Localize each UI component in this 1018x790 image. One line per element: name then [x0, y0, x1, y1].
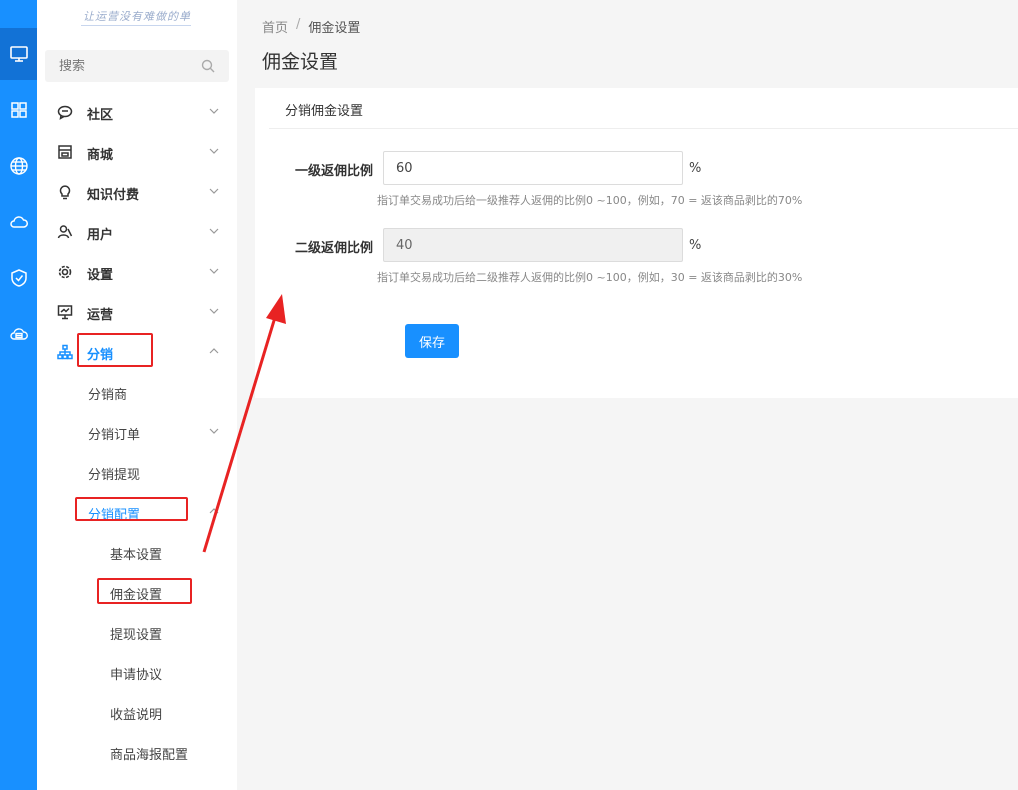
menu-item-settings[interactable]: 设置 — [37, 252, 237, 292]
app-root: 让运营没有难做的单 社区 商城 知识付费 用户 设置 — [0, 0, 1018, 790]
presentation-icon — [57, 305, 73, 320]
menu-item-knowledge[interactable]: 知识付费 — [37, 172, 237, 212]
submenu-label: 分销提现 — [88, 468, 141, 483]
rail-globe[interactable] — [0, 140, 37, 192]
level2-hint: 指订单交易成功后给二级推荐人返佣的比例0 ~100，例如，30 = 返该商品剥比… — [377, 271, 803, 284]
rail-cloud-server[interactable] — [0, 308, 37, 360]
chevron-up-icon — [209, 508, 219, 514]
chevron-down-icon — [209, 228, 219, 234]
monitor-icon — [9, 46, 28, 62]
submenu-item-distributor[interactable]: 分销商 — [37, 372, 237, 412]
user-icon — [57, 225, 73, 239]
menu-item-community[interactable]: 社区 — [37, 92, 237, 132]
config-item-earnings[interactable]: 收益说明 — [37, 692, 237, 732]
breadcrumb-separator: / — [296, 17, 301, 32]
submenu-item-config[interactable]: 分销配置 — [37, 492, 237, 532]
breadcrumb-current: 佣金设置 — [308, 21, 361, 36]
menu-label: 知识付费 — [87, 188, 140, 203]
level1-input[interactable] — [383, 151, 683, 185]
sidebar: 让运营没有难做的单 社区 商城 知识付费 用户 设置 — [37, 0, 237, 790]
search-input[interactable] — [59, 58, 199, 74]
config-label: 佣金设置 — [110, 588, 163, 603]
menu-label: 用户 — [87, 228, 114, 243]
icon-rail — [0, 0, 37, 790]
menu-item-user[interactable]: 用户 — [37, 212, 237, 252]
rail-apps[interactable] — [0, 84, 37, 136]
config-label: 基本设置 — [110, 548, 163, 563]
menu-label: 社区 — [87, 108, 114, 123]
config-label: 申请协议 — [110, 668, 163, 683]
save-button[interactable]: 保存 — [405, 324, 459, 358]
config-item-withdraw[interactable]: 提现设置 — [37, 612, 237, 652]
menu-item-operation[interactable]: 运营 — [37, 292, 237, 332]
grid-icon — [10, 102, 27, 118]
panel-title: 分销佣金设置 — [285, 104, 364, 119]
config-item-poster[interactable]: 商品海报配置 — [37, 732, 237, 772]
chevron-down-icon — [209, 428, 219, 434]
rail-cloud[interactable] — [0, 196, 37, 248]
config-label: 提现设置 — [110, 628, 163, 643]
chevron-down-icon — [209, 308, 219, 314]
lightbulb-icon — [59, 185, 71, 200]
submenu-item-orders[interactable]: 分销订单 — [37, 412, 237, 452]
gear-icon — [58, 265, 72, 279]
level1-label: 一级返佣比例 — [294, 164, 373, 179]
chevron-down-icon — [209, 148, 219, 154]
menu-label: 商城 — [87, 148, 114, 163]
sidebar-search — [45, 50, 229, 82]
search-icon[interactable] — [201, 59, 215, 73]
rail-monitor[interactable] — [0, 28, 37, 80]
level2-label: 二级返佣比例 — [294, 241, 373, 256]
level1-hint: 指订单交易成功后给一级推荐人返佣的比例0 ~100，例如，70 = 返该商品剥比… — [377, 194, 803, 207]
menu-label: 运营 — [87, 308, 114, 323]
chevron-down-icon — [209, 108, 219, 114]
brand-underline — [81, 25, 191, 26]
chevron-up-icon — [209, 348, 219, 354]
level2-unit: % — [689, 238, 702, 253]
submenu-label: 分销商 — [88, 388, 128, 403]
chevron-down-icon — [209, 268, 219, 274]
cloud-icon — [9, 216, 28, 228]
globe-icon — [9, 157, 28, 175]
menu-item-distribution[interactable]: 分销 — [37, 332, 237, 372]
chevron-down-icon — [209, 188, 219, 194]
panel-divider — [269, 128, 1018, 129]
level1-unit: % — [689, 161, 702, 176]
breadcrumb: 首页 / 佣金设置 — [262, 17, 360, 36]
level2-input[interactable] — [383, 228, 683, 262]
breadcrumb-home[interactable]: 首页 — [262, 17, 288, 36]
shield-check-icon — [10, 269, 27, 287]
config-label: 商品海报配置 — [110, 748, 189, 763]
menu-label: 设置 — [87, 268, 114, 283]
submenu-label: 分销订单 — [88, 428, 141, 443]
submenu-item-withdraw[interactable]: 分销提现 — [37, 452, 237, 492]
chat-icon — [57, 105, 73, 120]
config-item-commission[interactable]: 佣金设置 — [37, 572, 237, 612]
rail-shield[interactable] — [0, 252, 37, 304]
menu-label: 分销 — [87, 348, 114, 363]
sitemap-icon — [57, 344, 73, 360]
store-icon — [58, 145, 72, 159]
page-title: 佣金设置 — [262, 51, 339, 73]
menu-item-mall[interactable]: 商城 — [37, 132, 237, 172]
config-label: 收益说明 — [110, 708, 163, 723]
submenu-label: 分销配置 — [88, 508, 141, 523]
brand-logo: 让运营没有难做的单 — [83, 10, 191, 23]
cloud-server-icon — [9, 328, 28, 340]
config-item-agreement[interactable]: 申请协议 — [37, 652, 237, 692]
config-item-basic[interactable]: 基本设置 — [37, 532, 237, 572]
